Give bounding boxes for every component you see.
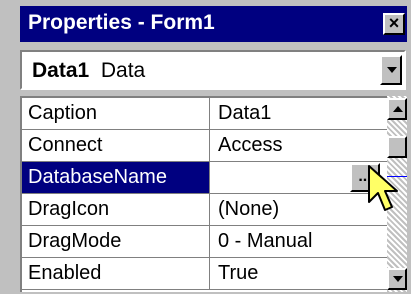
- property-name[interactable]: DragIcon: [22, 194, 210, 226]
- object-selector-dropdown-button[interactable]: [380, 55, 402, 85]
- property-name[interactable]: Caption: [22, 98, 210, 130]
- scroll-down-icon: [393, 276, 403, 282]
- object-type: Data: [100, 59, 146, 82]
- window-title: Properties - Form1: [28, 11, 215, 34]
- property-value[interactable]: (None): [210, 194, 387, 226]
- property-value[interactable]: True: [210, 258, 387, 290]
- property-name[interactable]: DragMode: [22, 226, 210, 258]
- property-row-databasename[interactable]: DatabaseName ...: [22, 162, 387, 194]
- property-row-caption[interactable]: Caption Data1: [22, 98, 387, 130]
- property-name[interactable]: Enabled: [22, 258, 210, 290]
- scrollbar-thumb[interactable]: [387, 136, 407, 158]
- scroll-down-button[interactable]: [387, 268, 407, 290]
- property-value[interactable]: Data1: [210, 98, 387, 130]
- scroll-up-icon: [393, 106, 403, 112]
- object-name: Data1: [32, 59, 90, 82]
- property-row-connect[interactable]: Connect Access: [22, 130, 387, 162]
- property-value[interactable]: 0 - Manual: [210, 226, 387, 258]
- property-row-dragicon[interactable]: DragIcon (None): [22, 194, 387, 226]
- property-row-dragmode[interactable]: DragMode 0 - Manual: [22, 226, 387, 258]
- close-button[interactable]: ×: [383, 13, 405, 35]
- property-row-enabled[interactable]: Enabled True: [22, 258, 387, 290]
- properties-title-bar[interactable]: Properties - Form1 ×: [20, 6, 407, 42]
- arrow-cursor-icon: [368, 165, 398, 211]
- object-selector-label: Data1 Data: [32, 59, 145, 83]
- property-grid[interactable]: Caption Data1 Connect Access DatabaseNam…: [20, 96, 387, 292]
- close-icon: ×: [388, 13, 400, 33]
- property-value[interactable]: Access: [210, 130, 387, 162]
- property-name-selected[interactable]: DatabaseName: [22, 162, 210, 194]
- property-name[interactable]: Connect: [22, 130, 210, 162]
- dropdown-arrow-icon: [387, 67, 397, 73]
- object-selector-dropdown[interactable]: Data1 Data: [20, 50, 406, 90]
- scroll-up-button[interactable]: [387, 98, 407, 120]
